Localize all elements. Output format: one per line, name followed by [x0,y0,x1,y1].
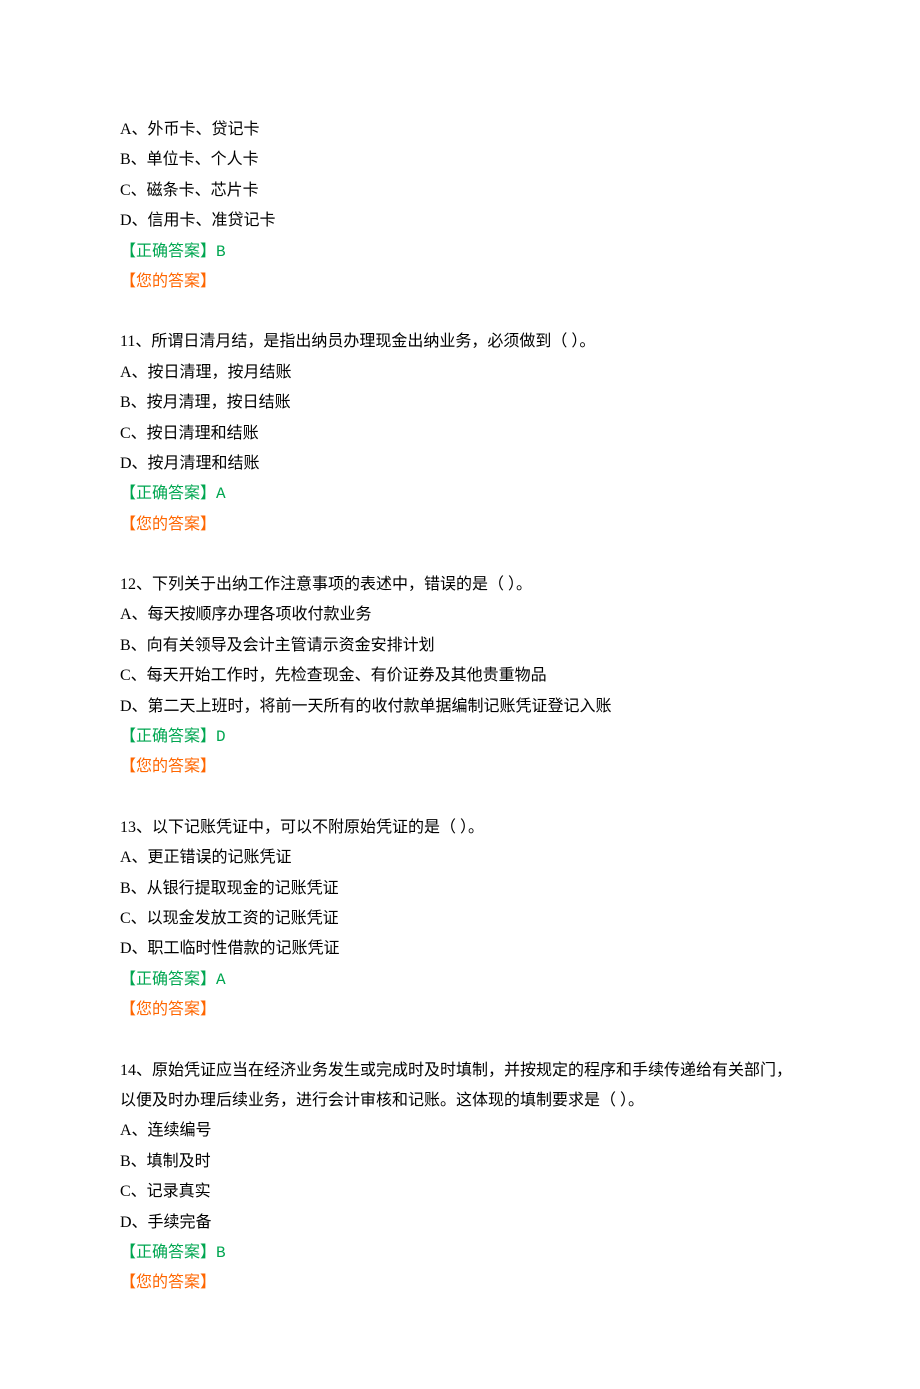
question-stem: 13、以下记账凭证中，可以不附原始凭证的是（ ）。 [120,813,800,843]
question-stem: 11、所谓日清月结，是指出纳员办理现金出纳业务，必须做到（ ）。 [120,327,800,357]
question-block: 14、原始凭证应当在经济业务发生或完成时及时填制，并按规定的程序和手续传递给有关… [120,1056,800,1299]
correct-answer: 【正确答案】A [120,479,800,509]
option: C、按日清理和结账 [120,419,800,449]
correct-answer-value: B [216,243,226,261]
option: A、按日清理，按月结账 [120,358,800,388]
correct-answer: 【正确答案】B [120,1238,800,1268]
option: A、每天按顺序办理各项收付款业务 [120,600,800,630]
option: B、按月清理，按日结账 [120,388,800,418]
option: D、手续完备 [120,1208,800,1238]
correct-answer-label: 【正确答案】 [120,971,216,988]
option: C、以现金发放工资的记账凭证 [120,904,800,934]
option: D、按月清理和结账 [120,449,800,479]
your-answer: 【您的答案】 [120,995,800,1025]
option: A、更正错误的记账凭证 [120,843,800,873]
correct-answer-label: 【正确答案】 [120,243,216,260]
correct-answer: 【正确答案】A [120,965,800,995]
option: B、单位卡、个人卡 [120,145,800,175]
correct-answer-value: A [216,485,226,503]
correct-answer-label: 【正确答案】 [120,728,216,745]
correct-answer-value: A [216,971,226,989]
option: A、外币卡、贷记卡 [120,115,800,145]
your-answer: 【您的答案】 [120,267,800,297]
option: B、填制及时 [120,1147,800,1177]
option: B、向有关领导及会计主管请示资金安排计划 [120,631,800,661]
question-block: 12、下列关于出纳工作注意事项的表述中，错误的是（ ）。A、每天按顺序办理各项收… [120,570,800,783]
your-answer: 【您的答案】 [120,1268,800,1298]
question-block: 11、所谓日清月结，是指出纳员办理现金出纳业务，必须做到（ ）。A、按日清理，按… [120,327,800,540]
option: A、连续编号 [120,1116,800,1146]
option: C、每天开始工作时，先检查现金、有价证券及其他贵重物品 [120,661,800,691]
option: B、从银行提取现金的记账凭证 [120,874,800,904]
question-block: 13、以下记账凭证中，可以不附原始凭证的是（ ）。A、更正错误的记账凭证B、从银… [120,813,800,1026]
correct-answer-label: 【正确答案】 [120,485,216,502]
option: D、第二天上班时，将前一天所有的收付款单据编制记账凭证登记入账 [120,692,800,722]
option: D、信用卡、准贷记卡 [120,206,800,236]
correct-answer-value: D [216,728,226,746]
correct-answer-value: B [216,1244,226,1262]
correct-answer: 【正确答案】D [120,722,800,752]
your-answer: 【您的答案】 [120,510,800,540]
your-answer: 【您的答案】 [120,752,800,782]
option: D、职工临时性借款的记账凭证 [120,934,800,964]
correct-answer: 【正确答案】B [120,237,800,267]
question-stem: 14、原始凭证应当在经济业务发生或完成时及时填制，并按规定的程序和手续传递给有关… [120,1056,800,1117]
option: C、记录真实 [120,1177,800,1207]
question-stem: 12、下列关于出纳工作注意事项的表述中，错误的是（ ）。 [120,570,800,600]
correct-answer-label: 【正确答案】 [120,1244,216,1261]
question-block: A、外币卡、贷记卡B、单位卡、个人卡C、磁条卡、芯片卡D、信用卡、准贷记卡【正确… [120,115,800,297]
option: C、磁条卡、芯片卡 [120,176,800,206]
